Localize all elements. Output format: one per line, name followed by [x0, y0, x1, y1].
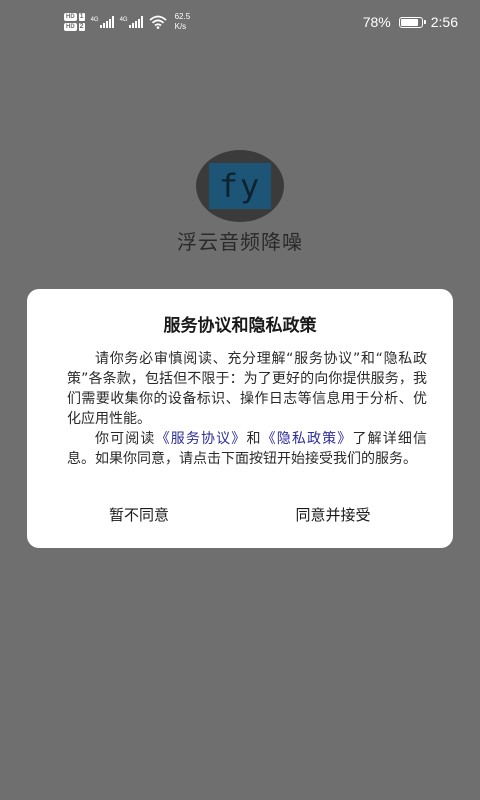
- battery-icon: [398, 16, 426, 28]
- sim-indicators: HD 1 HD 2: [64, 13, 85, 31]
- privacy-policy-link[interactable]: 《隐私政策》: [262, 431, 353, 447]
- dialog-actions: 暂不同意 同意并接受: [27, 501, 453, 529]
- network-2: 4G: [120, 16, 143, 28]
- signal-icon: [128, 16, 143, 28]
- app-name: 浮云音频降噪: [177, 230, 303, 254]
- text-and: 和: [246, 431, 262, 447]
- dialog-paragraph-2: 你可阅读《服务协议》和《隐私政策》了解详细信息。如果你同意，请点击下面按钮开始接…: [67, 429, 427, 469]
- logo-text: fy: [218, 167, 262, 205]
- status-left: HD 1 HD 2 4G 4G 62.5 K/s: [64, 8, 190, 36]
- network-1: 4G: [91, 16, 114, 28]
- hd-badge: HD: [64, 23, 77, 31]
- speed-unit: K/s: [174, 22, 187, 31]
- status-bar: HD 1 HD 2 4G 4G 62.5 K/s 78% 2:56: [0, 0, 480, 44]
- speed-value: 62.5: [174, 12, 191, 21]
- text-prefix: 你可阅读: [95, 431, 156, 447]
- agree-button[interactable]: 同意并接受: [273, 501, 393, 529]
- status-right: 78% 2:56: [363, 12, 458, 32]
- signal-icon: [99, 16, 114, 28]
- wifi-icon: [149, 15, 167, 29]
- privacy-dialog: 服务协议和隐私政策 请你务必审慎阅读、充分理解“服务协议”和“隐私政策”各条款，…: [27, 289, 453, 548]
- service-agreement-link[interactable]: 《服务协议》: [156, 431, 247, 447]
- battery-percent: 78%: [362, 14, 391, 30]
- logo-mark: fy: [209, 163, 271, 209]
- battery-fill: [400, 18, 418, 26]
- sim-2: HD 2: [64, 23, 85, 31]
- dialog-body: 请你务必审慎阅读、充分理解“服务协议”和“隐私政策”各条款，包括但不限于：为了更…: [67, 349, 427, 469]
- hd-badge: HD: [64, 13, 77, 21]
- network-speed: 62.5 K/s: [175, 12, 191, 32]
- network-type: 4G: [119, 17, 128, 23]
- sim-number: 1: [78, 13, 85, 21]
- sim-1: HD 1: [64, 13, 85, 21]
- sim-number: 2: [78, 23, 85, 31]
- app-logo: fy: [196, 150, 284, 222]
- dialog-paragraph-1: 请你务必审慎阅读、充分理解“服务协议”和“隐私政策”各条款，包括但不限于：为了更…: [67, 351, 427, 427]
- dialog-title: 服务协议和隐私政策: [163, 316, 317, 336]
- clock: 2:56: [430, 14, 458, 30]
- disagree-button[interactable]: 暂不同意: [87, 501, 191, 529]
- network-type: 4G: [90, 17, 99, 23]
